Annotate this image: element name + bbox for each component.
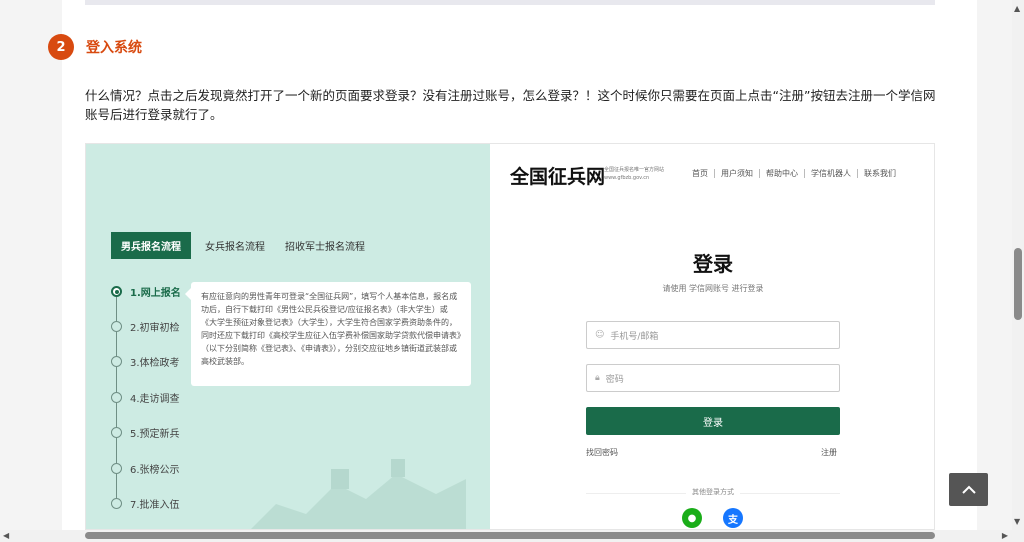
step-item[interactable]: 5.预定新兵 (111, 425, 180, 440)
register-link[interactable]: 注册 (821, 447, 837, 458)
step-dot-icon (111, 463, 122, 474)
step-dot-icon (111, 286, 122, 297)
article-page: 2 登入系统 什么情况？点击之后发现竟然打开了一个新的页面要求登录？没有注册过账… (48, 0, 977, 530)
chevron-up-icon (961, 485, 976, 494)
step-dot-icon (111, 498, 122, 509)
step-dot-icon (111, 356, 122, 367)
password-input[interactable]: 🔒︎ 密码 (586, 364, 840, 392)
logo-subtitle-line: 全国征兵报名唯一官方网站 (604, 167, 665, 173)
logo-subtitle: 全国征兵报名唯一官方网站 www.gfbzb.gov.cn (604, 166, 664, 182)
step-label: 1.网上报名 (130, 288, 181, 299)
password-placeholder: 密码 (605, 374, 624, 385)
section-number-badge: 2 (48, 34, 74, 60)
nav-help-center[interactable]: 帮助中心 (759, 169, 804, 178)
login-subtitle: 请使用 学信网账号 进行登录 (662, 284, 764, 293)
step-label: 6.张榜公示 (130, 465, 180, 476)
logo-subtitle-url: www.gfbzb.gov.cn (604, 175, 650, 181)
user-icon: ☺ (595, 330, 605, 340)
previous-block-edge (85, 0, 935, 5)
login-button[interactable]: 登录 (586, 407, 840, 435)
step-item[interactable]: 7.批准入伍 (111, 496, 180, 511)
other-login-label: 其他登录方式 (490, 487, 934, 497)
phone-email-input[interactable]: ☺ 手机号/邮箱 (586, 321, 840, 349)
nav-xuexin-robot[interactable]: 学信机器人 (804, 169, 857, 178)
scroll-right-icon[interactable]: ▶ (1002, 531, 1008, 540)
horizontal-scrollbar[interactable]: ◀ ▶ (0, 530, 1024, 542)
phone-email-placeholder: 手机号/邮箱 (610, 331, 659, 342)
step-item[interactable]: 1.网上报名 (111, 284, 181, 299)
nav-contact-us[interactable]: 联系我们 (857, 169, 902, 178)
step-label: 4.走访调查 (130, 394, 180, 405)
step-dot-icon (111, 392, 122, 403)
forgot-password-link[interactable]: 找回密码 (586, 447, 618, 458)
scroll-down-icon[interactable]: ▼ (1014, 517, 1020, 526)
tab-female-process[interactable]: 女兵报名流程 (205, 238, 265, 253)
login-panel: 全国征兵网 全国征兵报名唯一官方网站 www.gfbzb.gov.cn 首页 用… (490, 144, 934, 529)
back-to-top-button[interactable] (949, 473, 988, 506)
step-label: 2.初审初检 (130, 323, 180, 334)
login-page-screenshot: 男兵报名流程 女兵报名流程 招收军士报名流程 1.网上报名 2.初审初检 3.体… (85, 143, 935, 530)
step-item[interactable]: 3.体检政考 (111, 354, 180, 369)
login-title: 登录 (693, 252, 733, 276)
step-label: 3.体检政考 (130, 358, 180, 369)
step-dot-icon (111, 427, 122, 438)
lock-icon: 🔒︎ (595, 373, 600, 383)
tab-male-process[interactable]: 男兵报名流程 (111, 232, 191, 259)
vertical-scrollbar[interactable]: ▲ ▼ (1012, 0, 1024, 530)
section-paragraph: 什么情况？点击之后发现竟然打开了一个新的页面要求登录？没有注册过账号，怎么登录？… (85, 88, 936, 122)
scroll-up-icon[interactable]: ▲ (1014, 4, 1020, 13)
top-nav: 首页 用户须知 帮助中心 学信机器人 联系我们 (692, 169, 902, 178)
site-logo[interactable]: 全国征兵网 (510, 162, 605, 189)
step-item[interactable]: 6.张榜公示 (111, 461, 180, 476)
great-wall-decoration (251, 459, 466, 529)
nav-home[interactable]: 首页 (692, 169, 714, 178)
horizontal-scroll-thumb[interactable] (85, 532, 935, 539)
step-label: 5.预定新兵 (130, 429, 180, 440)
tab-nco-process[interactable]: 招收军士报名流程 (285, 238, 365, 253)
nav-user-notice[interactable]: 用户须知 (714, 169, 759, 178)
section-title: 登入系统 (86, 40, 142, 56)
wechat-icon[interactable]: ● (682, 508, 702, 528)
step-item[interactable]: 4.走访调查 (111, 390, 180, 405)
process-tabs: 男兵报名流程 女兵报名流程 招收军士报名流程 (111, 232, 385, 259)
step-dot-icon (111, 321, 122, 332)
section-header: 2 登入系统 (48, 34, 142, 60)
step-label: 7.批准入伍 (130, 500, 180, 511)
process-panel: 男兵报名流程 女兵报名流程 招收军士报名流程 1.网上报名 2.初审初检 3.体… (86, 144, 490, 529)
step-item[interactable]: 2.初审初检 (111, 319, 180, 334)
scroll-left-icon[interactable]: ◀ (3, 531, 9, 540)
vertical-scroll-thumb[interactable] (1014, 248, 1022, 320)
step-info-box: 有应征意向的男性青年可登录“全国征兵网”，填写个人基本信息，报名成功后，自行下载… (185, 282, 471, 386)
alipay-icon[interactable]: 支 (723, 508, 743, 528)
other-login-text: 其他登录方式 (686, 488, 740, 496)
